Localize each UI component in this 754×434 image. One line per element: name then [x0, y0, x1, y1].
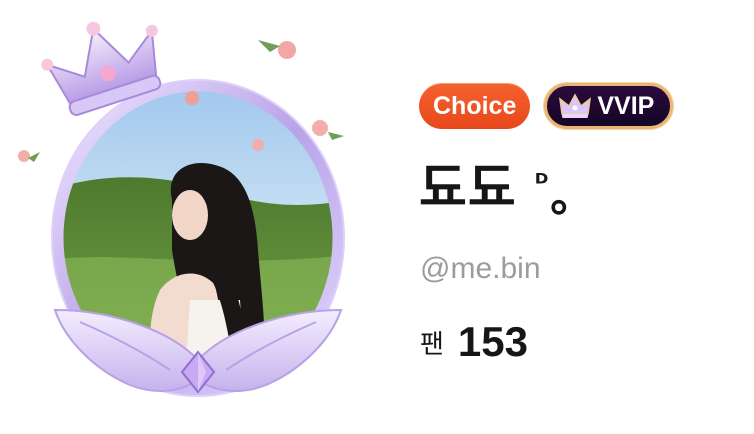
choice-badge[interactable]: Choice [419, 83, 531, 129]
avatar-frame-art [18, 21, 345, 397]
vvip-badge[interactable]: VVIP [544, 83, 674, 129]
crown-icon [559, 93, 592, 118]
badge-row: Choice VVIP [419, 83, 674, 129]
choice-badge-label: Choice [433, 92, 517, 120]
fan-count-label: 팬 [420, 329, 444, 360]
display-name-superscript: ᴰ [534, 169, 549, 199]
display-name: 됴됴 ᴰ 。 [419, 150, 594, 236]
display-name-main: 됴됴 [419, 159, 517, 219]
avatar-frame[interactable] [0, 0, 400, 434]
vvip-badge-label: VVIP [597, 91, 655, 120]
fan-count[interactable]: 팬 153 [420, 318, 528, 366]
user-handle: @me.bin [420, 252, 541, 285]
display-name-suffix: 。 [550, 171, 595, 222]
fan-count-value: 153 [457, 318, 528, 365]
profile-card: Choice VVIP 됴됴 ᴰ 。 @me.bin 팬 153 [0, 0, 754, 434]
